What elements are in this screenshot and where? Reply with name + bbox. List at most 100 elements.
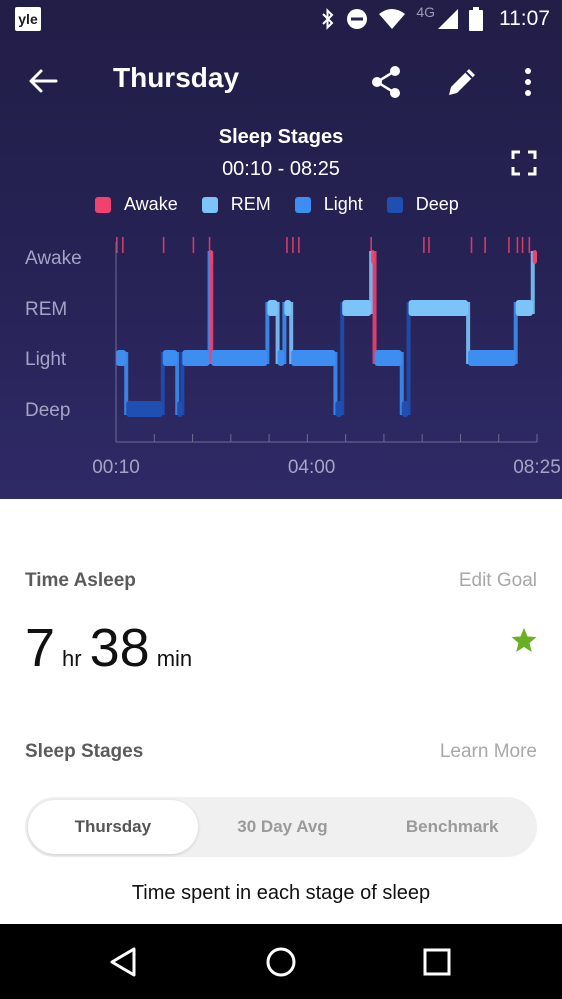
battery-icon xyxy=(469,7,483,31)
awake-tick xyxy=(423,237,425,253)
tab-benchmark[interactable]: Benchmark xyxy=(367,800,537,854)
stage-segment-light xyxy=(468,350,516,366)
legend-swatch-awake xyxy=(95,196,111,213)
stage-segment-light xyxy=(182,350,210,366)
learn-more-link[interactable]: Learn More xyxy=(440,741,537,763)
yle-app-badge: yle xyxy=(15,7,41,31)
sleep-stages-label: Sleep Stages xyxy=(25,741,144,762)
nav-home-icon[interactable] xyxy=(263,944,299,980)
wifi-icon xyxy=(379,9,406,29)
stage-segment-light xyxy=(291,350,336,366)
stage-segment-light xyxy=(116,350,127,366)
y-axis-label-light: Light xyxy=(25,349,67,370)
awake-tick xyxy=(470,237,473,253)
awake-tick xyxy=(521,237,524,253)
page-title: Thursday xyxy=(113,62,240,93)
awake-tick xyxy=(508,237,510,253)
hours-value: 7 xyxy=(25,618,56,678)
stage-segment-rem xyxy=(284,300,292,316)
stages-subheading: Time spent in each stage of sleep xyxy=(131,882,431,904)
y-axis-label-rem: REM xyxy=(25,299,67,320)
legend-label: Deep xyxy=(415,194,459,214)
stage-segment-rem xyxy=(515,300,533,316)
sleep-stages-header: Sleep Stages Learn More xyxy=(25,741,537,763)
stage-segment-rem xyxy=(408,300,469,316)
status-bar: yle 4G 11:07 xyxy=(0,0,562,38)
stage-segment-awake xyxy=(209,250,213,264)
tab-30-day-avg[interactable]: 30 Day Avg xyxy=(198,800,368,854)
stage-segment-rem xyxy=(342,300,372,316)
legend-swatch-rem xyxy=(201,196,218,213)
y-axis-label-awake: Awake xyxy=(25,248,82,269)
stage-segment-awake xyxy=(532,250,537,264)
x-axis-label: 00:10 xyxy=(92,457,140,478)
chart-title: Sleep Stages xyxy=(218,126,344,148)
x-axis-label: 08:25 xyxy=(513,457,561,478)
awake-tick xyxy=(208,237,211,253)
x-axis-label: 04:00 xyxy=(288,457,336,478)
legend-label: REM xyxy=(230,194,271,214)
stage-segment-deep xyxy=(401,401,409,417)
goal-met-star-icon xyxy=(511,628,537,652)
awake-tick xyxy=(286,237,288,253)
legend-item-awake: Awake xyxy=(95,194,178,215)
stage-segment-light xyxy=(162,350,178,366)
minutes-value: 38 xyxy=(89,618,150,678)
stage-segment-deep xyxy=(126,401,163,417)
stage-segment-deep xyxy=(335,401,343,417)
stage-segment-awake xyxy=(371,250,375,264)
system-nav-bar xyxy=(0,924,562,999)
time-asleep-value: 7 hr 38 min xyxy=(25,618,200,678)
awake-tick xyxy=(162,237,165,253)
share-icon[interactable] xyxy=(368,64,404,100)
do-not-disturb-icon xyxy=(347,9,368,29)
y-axis-label-deep: Deep xyxy=(25,400,70,421)
minutes-unit: min xyxy=(156,646,193,671)
chart-time-range: 00:10 - 08:25 xyxy=(222,158,340,180)
bluetooth-icon xyxy=(322,8,334,30)
legend-label: Awake xyxy=(124,194,178,214)
cell-signal-icon xyxy=(438,9,458,29)
stage-segment-rem xyxy=(267,300,278,316)
time-asleep-label: Time Asleep xyxy=(25,570,136,591)
legend-label: Light xyxy=(323,194,363,214)
stage-segment-light xyxy=(211,350,268,366)
edit-pencil-icon[interactable] xyxy=(444,64,480,100)
legend-item-deep: Deep xyxy=(386,194,459,215)
sleep-header-panel: yle 4G 11:07 Thursday Sleep Stages 00:10… xyxy=(0,0,562,499)
stage-segment-deep xyxy=(177,401,183,417)
awake-tick xyxy=(370,237,372,253)
awake-tick xyxy=(192,237,195,253)
awake-tick xyxy=(428,237,430,253)
back-arrow-icon[interactable] xyxy=(26,64,60,98)
stage-transition xyxy=(406,302,411,415)
sleep-stages-chart[interactable]: Awake REM Light Deep 00:10 04:00 08:25 xyxy=(0,228,562,488)
sleep-stages-tabs: Thursday 30 Day Avg Benchmark xyxy=(25,797,537,857)
legend-item-light: Light xyxy=(294,194,363,215)
status-time: 11:07 xyxy=(499,7,550,30)
stage-segment-light xyxy=(277,350,285,366)
awake-tick xyxy=(516,237,519,253)
chart-legend: Awake REM Light Deep xyxy=(95,194,483,215)
tab-thursday[interactable]: Thursday xyxy=(28,800,198,854)
hours-unit: hr xyxy=(62,646,82,671)
fullscreen-expand-icon[interactable] xyxy=(511,150,537,176)
app-bar: Thursday xyxy=(0,50,562,112)
awake-tick xyxy=(292,237,294,253)
stage-transition xyxy=(340,302,345,415)
awake-tick xyxy=(298,237,300,253)
network-type: 4G xyxy=(416,4,435,20)
status-icons: 4G 11:07 xyxy=(320,4,550,33)
nav-back-icon[interactable] xyxy=(106,944,142,980)
stage-segment-light xyxy=(374,350,402,366)
more-options-icon[interactable] xyxy=(516,64,540,100)
legend-swatch-deep xyxy=(386,196,403,213)
awake-tick xyxy=(484,237,486,253)
stage-transition xyxy=(209,251,214,364)
edit-goal-link[interactable]: Edit Goal xyxy=(459,570,537,592)
awake-tick xyxy=(528,237,531,253)
legend-swatch-light xyxy=(294,196,311,213)
time-asleep-header: Time Asleep Edit Goal xyxy=(25,570,537,592)
stage-transition xyxy=(372,251,377,364)
nav-recents-icon[interactable] xyxy=(419,944,455,980)
